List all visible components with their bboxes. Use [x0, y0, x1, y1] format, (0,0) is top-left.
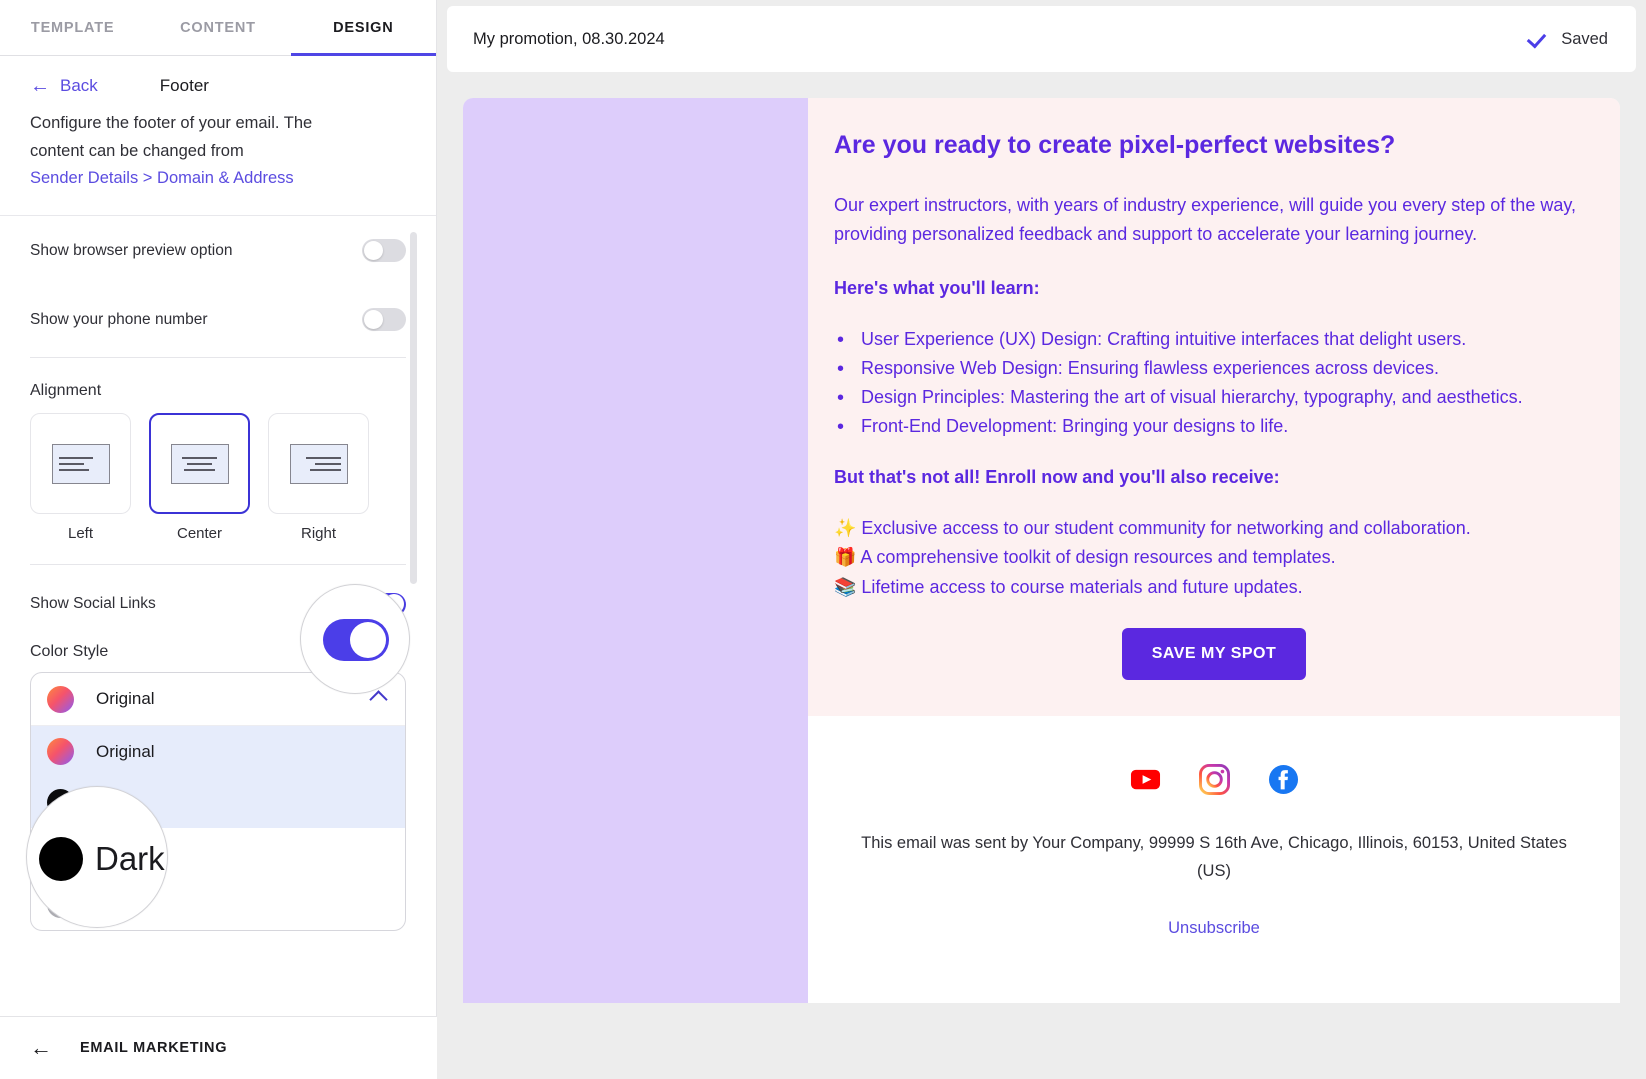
magnifier-social-toggle — [300, 584, 410, 694]
alignment-option-left[interactable]: Left — [30, 413, 131, 542]
main-area: My promotion, 08.30.2024 Saved Are you r… — [437, 0, 1646, 1079]
arrow-left-icon: ← — [30, 75, 50, 97]
back-button[interactable]: ← Back — [30, 76, 98, 96]
email-right-panel: Are you ready to create pixel-perfect we… — [808, 98, 1620, 1003]
list-item: ✨ Exclusive access to our student commun… — [834, 518, 1471, 539]
chevron-up-icon[interactable] — [369, 689, 388, 709]
panel-description: Configure the footer of your email. The … — [30, 110, 360, 193]
email-bonus-list: ✨ Exclusive access to our student commun… — [834, 514, 1594, 601]
instagram-icon[interactable] — [1198, 763, 1230, 795]
arrow-left-icon: ← — [30, 1035, 52, 1060]
list-item: Design Principles: Mastering the art of … — [834, 382, 1594, 415]
setting-phone-number-label: Show your phone number — [30, 310, 208, 328]
check-icon — [1527, 29, 1547, 49]
tab-design[interactable]: DESIGN — [290, 0, 437, 56]
magnified-toggle-knob — [350, 622, 386, 658]
email-marketing-nav[interactable]: ← EMAIL MARKETING — [0, 1016, 437, 1079]
magnifier-dark-option: Dark — [26, 786, 168, 928]
alignment-right-box[interactable] — [268, 413, 369, 515]
email-learn-heading: Here's what you'll learn: — [834, 277, 1040, 298]
sender-details-link[interactable]: Sender Details > Domain & Address — [30, 165, 360, 193]
toggle-knob — [364, 310, 383, 330]
align-left-icon — [51, 443, 110, 484]
sidebar-scrollbar[interactable] — [410, 232, 417, 585]
save-my-spot-button[interactable]: SAVE MY SPOT — [1121, 627, 1307, 680]
email-preview: Are you ready to create pixel-perfect we… — [463, 98, 1620, 1003]
setting-social-links-label: Show Social Links — [30, 595, 156, 613]
magnified-toggle-track — [323, 619, 389, 661]
social-links — [834, 763, 1594, 795]
list-item: Front-End Development: Bringing your des… — [834, 411, 1594, 444]
align-right-icon — [289, 443, 348, 484]
save-status-label: Saved — [1561, 29, 1608, 48]
back-label: Back — [60, 76, 98, 95]
topbar: My promotion, 08.30.2024 Saved — [447, 6, 1636, 72]
tab-content[interactable]: CONTENT — [145, 0, 290, 55]
email-bullet-list: User Experience (UX) Design: Crafting in… — [834, 324, 1594, 444]
divider — [30, 357, 406, 359]
list-item: 📚 Lifetime access to course materials an… — [834, 576, 1303, 597]
panel-header-row: ← Back Footer — [30, 76, 406, 96]
toggle-phone-number[interactable] — [362, 308, 406, 332]
align-center-icon — [170, 443, 229, 484]
alignment-right-label: Right — [300, 525, 337, 543]
setting-browser-preview-label: Show browser preview option — [30, 241, 233, 259]
color-option-original-label: Original — [96, 741, 155, 761]
email-footer: This email was sent by Your Company, 999… — [808, 715, 1620, 959]
color-swatch-original-icon — [47, 685, 74, 713]
alignment-center-box[interactable] — [149, 413, 250, 515]
email-heading: Are you ready to create pixel-perfect we… — [834, 131, 1396, 159]
panel-header: ← Back Footer Configure the footer of yo… — [0, 56, 436, 217]
color-swatch-original-icon — [47, 738, 74, 766]
save-status: Saved — [1527, 29, 1608, 49]
design-sidebar: TEMPLATE CONTENT DESIGN ← Back Footer Co… — [0, 0, 437, 1079]
magnified-dark-label: Dark — [95, 840, 165, 877]
alignment-group: Left Center Right — [30, 413, 406, 542]
app-root: TEMPLATE CONTENT DESIGN ← Back Footer Co… — [0, 0, 1646, 1079]
alignment-left-box[interactable] — [30, 413, 131, 515]
toggle-browser-preview[interactable] — [362, 239, 406, 263]
email-marketing-label: EMAIL MARKETING — [80, 1040, 228, 1056]
list-item: 🎁 A comprehensive toolkit of design reso… — [834, 547, 1336, 568]
cta-wrapper: SAVE MY SPOT — [834, 627, 1594, 680]
youtube-icon[interactable] — [1130, 764, 1161, 795]
campaign-title[interactable]: My promotion, 08.30.2024 — [473, 30, 665, 49]
list-item: Responsive Web Design: Ensuring flawless… — [834, 353, 1594, 386]
email-left-panel — [463, 98, 808, 1003]
email-body: Are you ready to create pixel-perfect we… — [808, 98, 1620, 716]
tab-template[interactable]: TEMPLATE — [0, 0, 145, 55]
alignment-left-label: Left — [67, 525, 94, 543]
alignment-label: Alignment — [30, 382, 102, 400]
magnified-dark-swatch-icon — [39, 837, 83, 881]
email-paragraph: Our expert instructors, with years of in… — [834, 195, 1576, 245]
list-item: User Experience (UX) Design: Crafting in… — [834, 324, 1594, 357]
setting-browser-preview: Show browser preview option — [30, 216, 406, 285]
panel-description-text: Configure the footer of your email. The … — [30, 114, 313, 160]
unsubscribe-link[interactable]: Unsubscribe — [834, 919, 1594, 938]
facebook-icon[interactable] — [1268, 764, 1299, 795]
email-canvas: Are you ready to create pixel-perfect we… — [437, 72, 1646, 1079]
alignment-center-label: Center — [176, 525, 223, 543]
email-bonus-heading: But that's not all! Enroll now and you'l… — [834, 467, 1280, 488]
setting-phone-number: Show your phone number — [30, 285, 406, 354]
alignment-option-right[interactable]: Right — [268, 413, 369, 542]
color-option-original[interactable]: Original — [31, 726, 405, 778]
color-style-selected-label: Original — [96, 689, 155, 709]
toggle-knob — [364, 241, 383, 261]
page-title: Footer — [159, 76, 209, 95]
footer-address: This email was sent by Your Company, 999… — [861, 833, 1567, 881]
sidebar-tabs: TEMPLATE CONTENT DESIGN — [0, 0, 437, 56]
alignment-option-center[interactable]: Center — [149, 413, 250, 542]
